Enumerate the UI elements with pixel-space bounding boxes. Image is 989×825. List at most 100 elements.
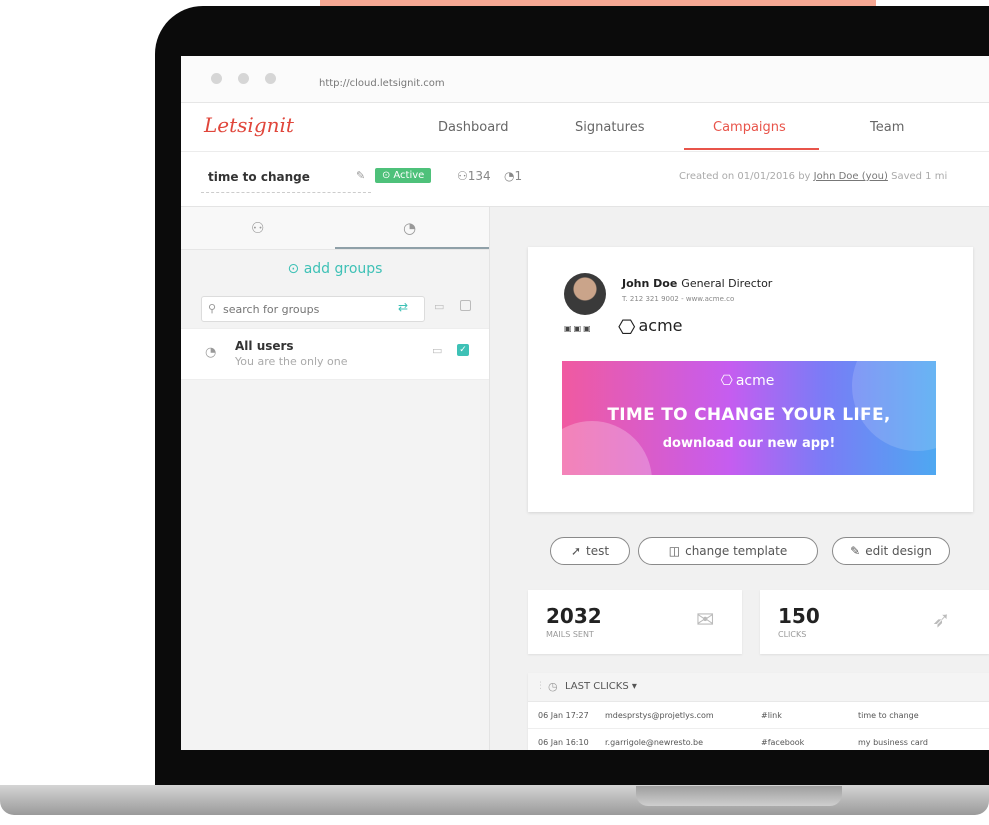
last-clicks-table: ⋮ ◷ LAST CLICKS ▾ 06 Jan 17:27 mdesprsty…: [528, 673, 989, 750]
address-bar[interactable]: http://cloud.letsignit.com: [319, 78, 445, 89]
click-link: #link: [761, 711, 782, 720]
banner-headline: TIME TO CHANGE YOUR LIFE,: [607, 405, 891, 425]
group-checkbox[interactable]: ✓: [457, 344, 469, 356]
top-navigation: Letsignit Dashboard Signatures Campaigns…: [181, 103, 989, 152]
nav-dashboard[interactable]: Dashboard: [438, 120, 509, 135]
pie-chart-icon: ◔: [205, 345, 217, 360]
active-tab-indicator: [684, 148, 819, 150]
active-panel-tab-indicator: [335, 247, 489, 249]
click-signature: time to change: [858, 711, 919, 720]
preview-panel: John Doe General Director T. 212 321 9002…: [490, 207, 989, 750]
signature-name-line: John Doe General Director: [622, 277, 772, 290]
users-count-value: 134: [467, 169, 491, 183]
user-icon: ⚇: [457, 169, 468, 183]
comment-icon[interactable]: ▭: [434, 300, 444, 313]
group-subtitle: You are the only one: [235, 355, 348, 368]
panel-tabs: ⚇ ◔: [181, 207, 489, 250]
window-close-button[interactable]: [211, 73, 222, 84]
pencil-icon[interactable]: ✎: [356, 169, 365, 182]
click-time: 06 Jan 16:10: [538, 738, 589, 747]
swap-icon[interactable]: ⇄: [398, 300, 408, 314]
tab-groups[interactable]: ◔: [403, 219, 416, 237]
social-icons: ▣▣▣: [564, 324, 593, 333]
banner-subline: download our new app!: [662, 436, 836, 451]
company-name: acme: [638, 316, 683, 335]
laptop-screen: http://cloud.letsignit.com Letsignit Das…: [181, 56, 989, 750]
send-icon: ➚: [570, 544, 581, 558]
add-groups-button[interactable]: ⊙ add groups: [181, 261, 489, 277]
company-logo: ⎔ acme: [618, 315, 683, 339]
add-groups-label: add groups: [303, 261, 383, 277]
cursor-click-icon: ➶: [932, 608, 951, 633]
window-minimize-button[interactable]: [238, 73, 249, 84]
signature-preview: John Doe General Director T. 212 321 9002…: [528, 247, 973, 512]
groups-panel: ⚇ ◔ ⊙ add groups ⚲ ⇄ ▭ ◔ All users You a…: [181, 207, 490, 750]
search-input[interactable]: [221, 299, 395, 319]
chevron-down-icon[interactable]: ▾: [632, 681, 637, 692]
check-circle-icon: ⊙: [382, 170, 391, 181]
signature-contact: T. 212 321 9002 - www.acme.co: [622, 295, 735, 303]
clock-icon: ◷: [548, 680, 558, 693]
group-search: ⚲ ⇄: [201, 296, 425, 322]
search-icon: ⚲: [208, 302, 217, 315]
saved-status: Saved 1 mi: [891, 171, 948, 182]
users-count: ⚇134: [457, 169, 491, 183]
tab-users[interactable]: ⚇: [251, 219, 264, 237]
table-row[interactable]: 06 Jan 16:10 r.garrigole@newresto.be #fa…: [528, 729, 989, 750]
acme-logo-icon: ⎔: [618, 315, 636, 339]
click-email: mdesprstys@projetlys.com: [605, 711, 714, 720]
last-clicks-header[interactable]: ⋮ ◷ LAST CLICKS ▾: [528, 673, 989, 702]
linkedin-icon[interactable]: ▣: [574, 324, 584, 333]
browser-chrome: http://cloud.letsignit.com: [181, 56, 989, 103]
campaign-name-field[interactable]: time to change: [208, 170, 310, 184]
clicks-card: 150 CLICKS ➶: [760, 590, 989, 654]
acme-logo-icon: ⎔: [720, 373, 733, 389]
mails-sent-value: 2032: [546, 604, 602, 628]
campaign-banner[interactable]: ⎔ acme TIME TO CHANGE YOUR LIFE, download…: [562, 361, 936, 475]
template-icon: ◫: [668, 544, 681, 558]
groups-count-value: 1: [514, 169, 523, 183]
edit-design-button[interactable]: ✎ edit design: [832, 537, 950, 565]
pie-chart-icon: ◔: [403, 219, 417, 237]
mails-sent-label: MAILS SENT: [546, 630, 594, 639]
test-button[interactable]: ➚ test: [550, 537, 630, 565]
status-badge[interactable]: ⊙ Active: [375, 168, 432, 183]
clicks-value: 150: [778, 604, 820, 628]
campaign-header: time to change ✎ ⊙ Active ⚇134 ◔1 Created…: [181, 152, 989, 207]
nav-campaigns[interactable]: Campaigns: [713, 120, 786, 135]
click-link: #facebook: [761, 738, 805, 747]
plus-circle-icon: ⊙: [287, 261, 300, 277]
facebook-icon[interactable]: ▣: [564, 324, 574, 333]
select-all-checkbox[interactable]: [460, 300, 471, 311]
window-maximize-button[interactable]: [265, 73, 276, 84]
signature-name: John Doe: [622, 277, 678, 290]
status-badge-label: Active: [393, 170, 425, 181]
created-info: Created on 01/01/2016 by John Doe (you) …: [679, 171, 947, 182]
signature-title: General Director: [681, 277, 773, 290]
last-clicks-title: LAST CLICKS ▾: [565, 681, 637, 692]
test-button-label: test: [586, 544, 610, 558]
table-row[interactable]: 06 Jan 17:27 mdesprstys@projetlys.com #l…: [528, 702, 989, 729]
creator-link[interactable]: John Doe (you): [814, 171, 888, 182]
list-item[interactable]: ◔ All users You are the only one ▭ ✓: [181, 328, 489, 380]
click-email: r.garrigole@newresto.be: [605, 738, 704, 747]
brand-logo[interactable]: Letsignit: [204, 113, 294, 137]
pie-chart-icon: ◔: [504, 169, 515, 183]
comment-icon[interactable]: ▭: [432, 344, 442, 357]
group-name: All users: [235, 339, 294, 353]
nav-signatures[interactable]: Signatures: [575, 120, 645, 135]
groups-count: ◔1: [504, 169, 522, 183]
last-clicks-title-text: LAST CLICKS: [565, 681, 629, 692]
drag-handle-icon[interactable]: ⋮: [536, 681, 545, 691]
nav-team[interactable]: Team: [870, 120, 904, 135]
laptop-notch: [636, 786, 842, 806]
user-icon: ⚇: [251, 219, 265, 237]
envelope-icon: ✉: [696, 608, 715, 633]
clicks-label: CLICKS: [778, 630, 807, 639]
change-template-button[interactable]: ◫ change template: [638, 537, 818, 565]
banner-brand: ⎔ acme: [562, 373, 936, 389]
twitter-icon[interactable]: ▣: [583, 324, 593, 333]
click-signature: my business card: [858, 738, 929, 747]
edit-design-label: edit design: [865, 544, 932, 558]
campaign-name-underline: [201, 192, 371, 193]
